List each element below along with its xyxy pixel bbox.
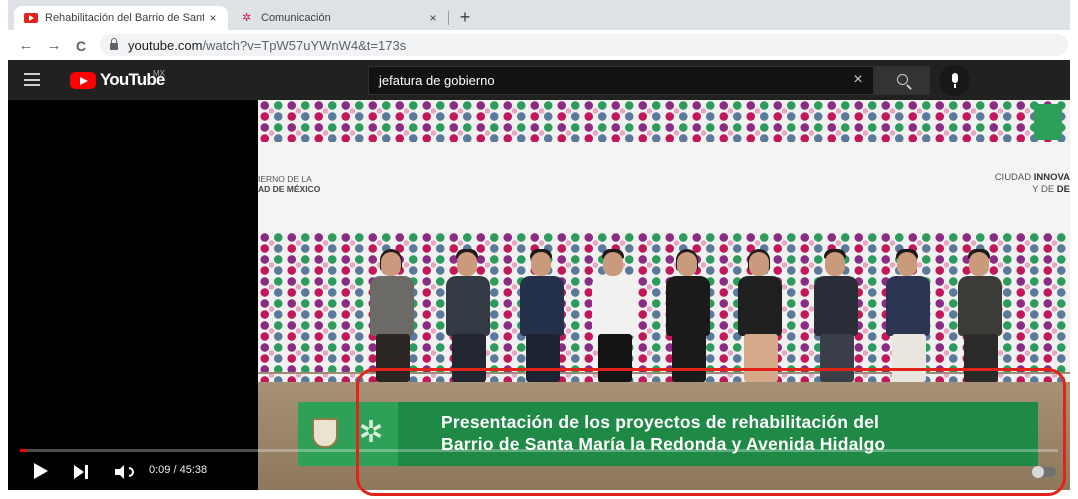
- play-icon[interactable]: [34, 463, 48, 479]
- back-button[interactable]: ←: [16, 36, 36, 56]
- tab-rehabilitacion[interactable]: Rehabilitación del Barrio de Santa ×: [14, 6, 228, 30]
- clear-search-icon[interactable]: ×: [846, 68, 870, 92]
- forward-button[interactable]: →: [44, 36, 64, 56]
- search-icon: [897, 74, 908, 85]
- coat-of-arms-icon: [312, 418, 338, 448]
- new-tab-button[interactable]: +: [454, 6, 476, 28]
- tab-comunicacion[interactable]: ✲ Comunicación ×: [232, 6, 448, 30]
- youtube-icon: [24, 13, 38, 23]
- youtube-masthead: YouTube MX jefatura de gobierno ×: [8, 60, 1070, 100]
- next-icon[interactable]: [74, 465, 90, 479]
- browser-toolbar: ← → C youtube.com/watch?v=TpW57uYWnW4&t=…: [8, 30, 1070, 60]
- cdmx-icon: ✲: [242, 12, 252, 24]
- tab-divider: [448, 11, 449, 25]
- youtube-logo-icon[interactable]: [70, 72, 96, 89]
- url-path: /watch?v=TpW57uYWnW4&t=173s: [202, 37, 407, 53]
- microphone-icon: [952, 73, 958, 88]
- tab-title: Rehabilitación del Barrio de Santa: [45, 12, 204, 24]
- reload-button[interactable]: C: [71, 36, 91, 56]
- voice-search-button[interactable]: [939, 65, 970, 96]
- progress-fill: [20, 449, 26, 452]
- close-icon[interactable]: ×: [424, 11, 442, 25]
- time-display: 0:09 / 45:38: [149, 464, 208, 476]
- close-icon[interactable]: ×: [204, 11, 222, 25]
- annotation-highlight: [356, 368, 1066, 496]
- address-bar[interactable]: youtube.com/watch?v=TpW57uYWnW4&t=173s: [100, 34, 1068, 56]
- url-host: youtube.com: [128, 37, 203, 53]
- search-input[interactable]: jefatura de gobierno: [368, 66, 874, 95]
- menu-icon[interactable]: [24, 73, 40, 86]
- country-code: MX: [153, 69, 165, 78]
- search-button[interactable]: [874, 66, 930, 95]
- tab-title: Comunicación: [261, 12, 331, 24]
- browser-tab-strip: Rehabilitación del Barrio de Santa × ✲ C…: [8, 0, 1070, 30]
- lock-icon: [110, 38, 118, 50]
